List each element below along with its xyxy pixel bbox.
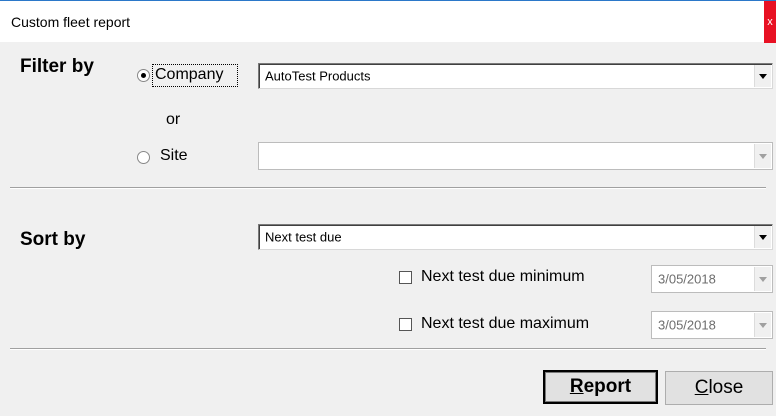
sort-select-value: Next test due (265, 229, 342, 245)
next-test-max-date-value: 3/05/2018 (658, 317, 716, 333)
company-select-value: AutoTest Products (265, 68, 371, 84)
next-test-min-checkbox[interactable] (399, 271, 412, 284)
report-button-mnemonic: R (569, 376, 584, 397)
window-title: Custom fleet report (11, 14, 131, 30)
site-radio-label[interactable]: Site (160, 147, 188, 165)
chevron-down-icon[interactable] (754, 65, 771, 87)
section-divider (10, 348, 766, 350)
sort-by-heading: Sort by (20, 229, 86, 250)
close-button[interactable]: Close (665, 371, 773, 405)
site-radio[interactable] (137, 151, 150, 164)
site-select[interactable] (258, 142, 773, 170)
chevron-down-icon[interactable] (754, 267, 771, 291)
company-select[interactable]: AutoTest Products (258, 63, 773, 89)
chevron-down-icon[interactable] (754, 226, 771, 248)
section-divider (10, 187, 766, 189)
next-test-min-label[interactable]: Next test due minimum (421, 268, 585, 286)
filter-by-heading: Filter by (20, 56, 94, 77)
next-test-max-checkbox[interactable] (399, 318, 412, 331)
custom-fleet-report-dialog: Custom fleet report x Filter by Company … (0, 0, 776, 416)
close-button-mnemonic: C (694, 377, 709, 398)
company-radio-label[interactable]: Company (155, 66, 223, 84)
company-radio[interactable] (137, 69, 150, 82)
or-text: or (166, 111, 181, 128)
close-button-label: lose (708, 377, 744, 398)
next-test-min-date-value: 3/05/2018 (658, 271, 716, 287)
next-test-min-date[interactable]: 3/05/2018 (651, 265, 773, 293)
report-button-label: eport (583, 376, 632, 397)
chevron-down-icon[interactable] (754, 144, 771, 168)
title-bar[interactable]: Custom fleet report x (0, 0, 776, 43)
close-icon: x (767, 16, 773, 28)
next-test-max-label[interactable]: Next test due maximum (421, 315, 589, 333)
close-window-button[interactable]: x (764, 1, 776, 43)
report-button[interactable]: Report (543, 370, 658, 404)
chevron-down-icon[interactable] (754, 313, 771, 337)
sort-select[interactable]: Next test due (258, 224, 773, 250)
next-test-max-date[interactable]: 3/05/2018 (651, 311, 773, 339)
